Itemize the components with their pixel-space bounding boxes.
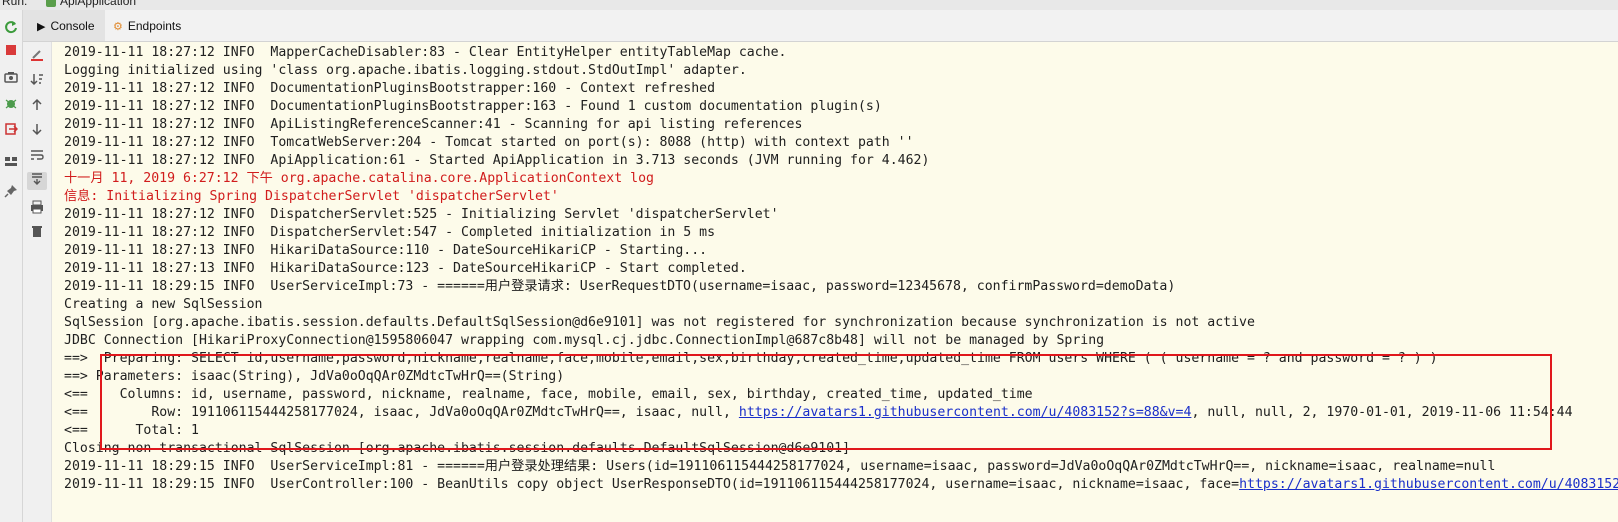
avatar-url-link[interactable]: https://avatars1.githubusercontent.com/u…	[1239, 477, 1618, 492]
log-line: 2019-11-11 18:27:12 INFO DispatcherServl…	[64, 207, 779, 222]
log-line: 2019-11-11 18:27:12 INFO DispatcherServl…	[64, 225, 716, 240]
log-line: 2019-11-11 18:27:12 INFO ApiListingRefer…	[64, 117, 803, 132]
sql-highlight-box	[100, 354, 1552, 450]
down-arrow-icon[interactable]	[29, 122, 45, 138]
run-toolbar	[0, 10, 23, 522]
stop-icon[interactable]	[3, 44, 19, 60]
scroll-to-end-icon[interactable]	[27, 172, 47, 190]
debug-icon[interactable]	[3, 96, 19, 112]
clear-icon[interactable]	[29, 48, 45, 64]
up-arrow-icon[interactable]	[29, 98, 45, 114]
tab-endpoints-label: Endpoints	[127, 19, 182, 33]
endpoints-icon: ⚙	[113, 21, 123, 33]
log-line-text: 2019-11-11 18:29:15 INFO UserController:…	[64, 477, 1240, 492]
log-line: Logging initialized using 'class org.apa…	[64, 63, 747, 78]
pin-icon[interactable]	[3, 184, 19, 200]
log-line: 2019-11-11 18:27:12 INFO DocumentationPl…	[64, 99, 882, 114]
log-line: 2019-11-11 18:27:12 INFO MapperCacheDisa…	[64, 45, 787, 60]
tab-endpoints[interactable]: ⚙ Endpoints	[113, 10, 213, 41]
tab-console[interactable]: ▶︎ Console	[23, 10, 105, 41]
console-icon: ▶︎	[37, 21, 46, 33]
log-line-error: 十一月 11, 2019 6:27:12 下午 org.apache.catal…	[64, 171, 654, 186]
rerun-icon[interactable]	[3, 20, 19, 36]
log-line: 2019-11-11 18:27:12 INFO ApiApplication:…	[64, 153, 930, 168]
console-output[interactable]: 2019-11-11 18:27:12 INFO MapperCacheDisa…	[52, 42, 1618, 522]
run-tab-label: ApiApplication	[60, 0, 137, 8]
screenshot-icon[interactable]	[3, 70, 19, 86]
log-line: 2019-11-11 18:29:15 INFO UserServiceImpl…	[64, 459, 1496, 474]
log-line: 2019-11-11 18:27:12 INFO TomcatWebServer…	[64, 135, 914, 150]
log-line: SqlSession [org.apache.ibatis.session.de…	[64, 315, 1255, 330]
console-toolbar	[23, 42, 52, 522]
log-line: 2019-11-11 18:29:15 INFO UserServiceImpl…	[64, 279, 1176, 294]
log-line: JDBC Connection [HikariProxyConnection@1…	[64, 333, 1105, 348]
tool-window-tabs: ▶︎ Console ⚙ Endpoints	[23, 10, 1618, 42]
print-icon[interactable]	[29, 200, 45, 216]
log-line: Creating a new SqlSession	[64, 297, 263, 312]
run-tab-apiapplication[interactable]: ApiApplication	[34, 0, 174, 10]
log-line: 2019-11-11 18:27:13 INFO HikariDataSourc…	[64, 243, 708, 258]
log-line: 2019-11-11 18:27:13 INFO HikariDataSourc…	[64, 261, 747, 276]
log-line-error: 信息: Initializing Spring DispatcherServle…	[64, 189, 559, 204]
tab-console-label: Console	[50, 19, 95, 33]
log-line: 2019-11-11 18:27:12 INFO DocumentationPl…	[64, 81, 716, 96]
exit-icon[interactable]	[3, 122, 19, 138]
soft-wrap-icon[interactable]	[29, 148, 45, 164]
log-line: 2019-11-11 18:29:15 INFO UserController:…	[64, 476, 1618, 494]
sort-icon[interactable]	[29, 72, 45, 88]
layout-icon[interactable]	[3, 154, 19, 170]
trash-icon[interactable]	[29, 224, 45, 240]
run-label: Run:	[2, 0, 28, 8]
spring-app-icon	[46, 0, 56, 7]
run-bar: Run: ApiApplication	[0, 0, 1618, 10]
